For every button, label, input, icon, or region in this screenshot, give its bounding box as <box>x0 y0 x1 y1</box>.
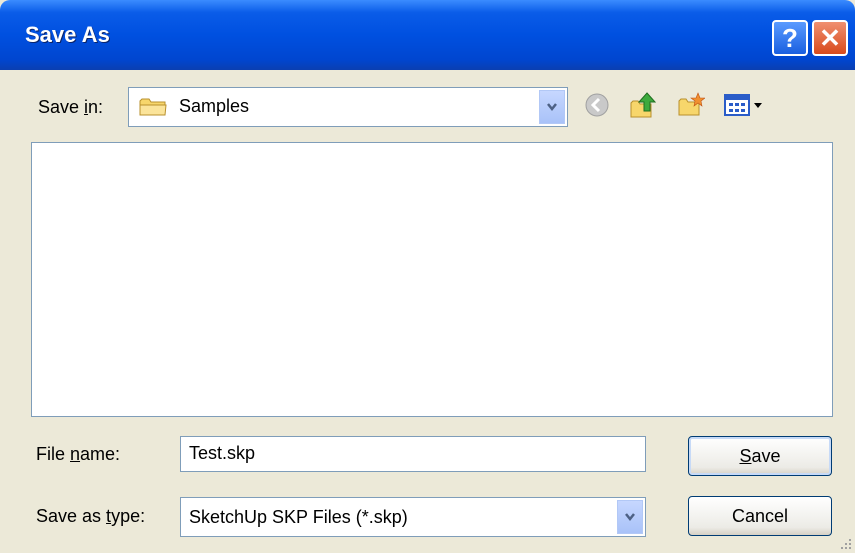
chevron-down-icon <box>625 513 635 522</box>
save-as-type-dropdown-button[interactable] <box>617 500 643 534</box>
save-as-type-label-suffix: ype: <box>111 506 146 526</box>
up-folder-icon <box>630 92 657 118</box>
file-name-label-prefix: File <box>36 444 71 464</box>
save-button[interactable]: Save <box>688 436 832 476</box>
save-as-dialog: Save As ? ✕ Save in: Samples File name: … <box>0 0 855 553</box>
resize-grip-icon[interactable] <box>839 537 853 551</box>
save-in-combo[interactable]: Samples <box>128 87 568 127</box>
view-menu-icon <box>724 94 762 116</box>
help-icon: ? <box>782 22 798 53</box>
up-folder-button[interactable] <box>628 90 658 120</box>
back-icon <box>585 93 609 117</box>
folder-icon <box>139 98 167 116</box>
save-button-label: ave <box>751 445 781 466</box>
chevron-down-icon <box>547 103 557 112</box>
cancel-button[interactable]: Cancel <box>688 496 832 536</box>
view-menu-button[interactable] <box>722 90 768 120</box>
save-in-label: Save in: <box>38 97 103 118</box>
close-icon: ✕ <box>819 22 841 53</box>
new-folder-button[interactable] <box>676 90 706 120</box>
save-in-value: Samples <box>179 96 250 116</box>
save-as-type-label-prefix: Save as <box>36 506 107 526</box>
save-button-accel: S <box>739 445 752 466</box>
save-in-label-prefix: Save <box>38 97 85 117</box>
window-title: Save As <box>25 22 110 47</box>
save-as-type-label: Save as type: <box>36 506 145 527</box>
file-name-label-accel: n <box>70 444 81 464</box>
close-button[interactable]: ✕ <box>812 20 848 56</box>
file-name-label-suffix: ame: <box>80 444 121 464</box>
new-folder-icon <box>678 92 705 116</box>
file-name-input[interactable]: Test.skp <box>180 436 646 472</box>
save-as-type-value: SketchUp SKP Files (*.skp) <box>189 507 408 527</box>
title-bar[interactable]: Save As ? ✕ <box>0 0 855 70</box>
save-in-label-suffix: n: <box>88 97 104 117</box>
file-name-label: File name: <box>36 444 120 465</box>
save-in-dropdown-button[interactable] <box>539 90 565 124</box>
back-button[interactable] <box>582 90 612 120</box>
file-list[interactable] <box>31 142 833 417</box>
save-as-type-combo[interactable]: SketchUp SKP Files (*.skp) <box>180 497 646 537</box>
help-button[interactable]: ? <box>772 20 808 56</box>
